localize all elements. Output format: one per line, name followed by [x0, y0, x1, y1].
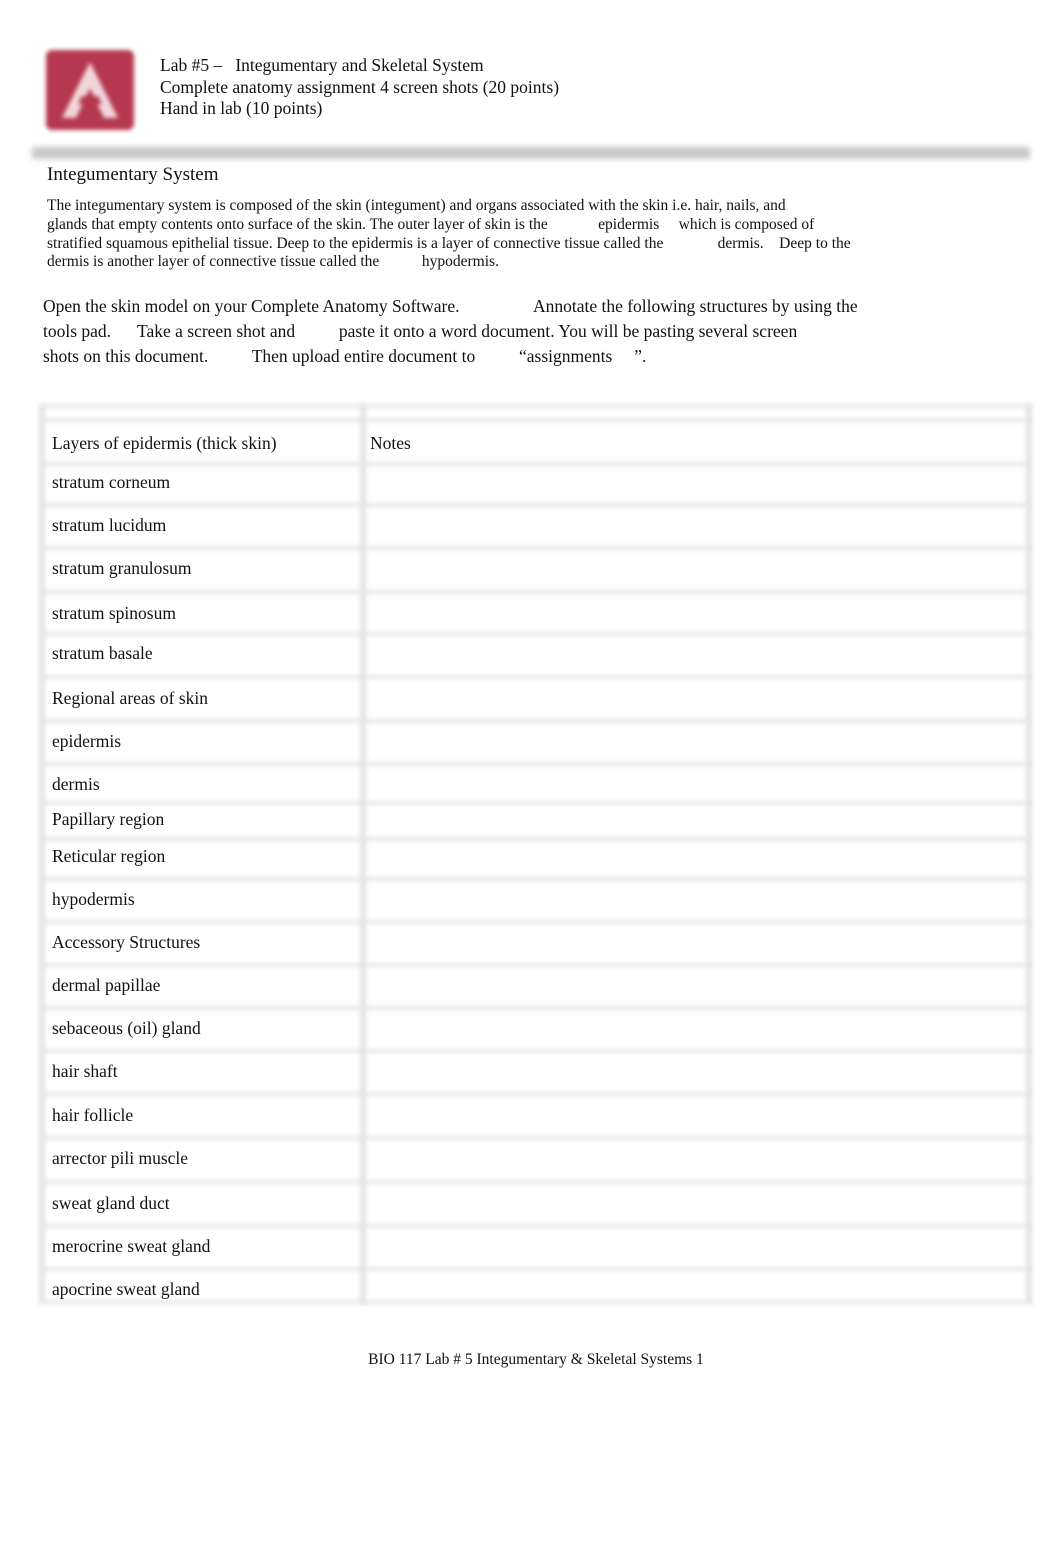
notes-cell[interactable]: [370, 512, 1010, 542]
notes-cell[interactable]: [370, 1015, 1010, 1045]
instruction-line: shots on this document. Then upload enti…: [43, 346, 647, 366]
notes-cell[interactable]: [370, 600, 1010, 630]
notes-cell[interactable]: [370, 972, 1010, 1002]
logo: [46, 50, 134, 130]
notes-cell[interactable]: [370, 1233, 1010, 1263]
notes-cell[interactable]: [370, 806, 1010, 836]
logo-a-icon: [62, 62, 118, 118]
notes-cell[interactable]: [370, 1058, 1010, 1088]
row-divider: [42, 1223, 1032, 1228]
notes-cell[interactable]: [370, 685, 1010, 715]
row-divider: [42, 1048, 1032, 1053]
row-divider: [42, 418, 1032, 422]
notes-cell[interactable]: [370, 771, 1010, 801]
structures-table: Layers of epidermis (thick skin) Notes str…: [39, 404, 1032, 1306]
row-divider: [42, 836, 1032, 841]
hand-in-line: Hand in lab (10 points): [160, 98, 323, 118]
table-row-label: Papillary region: [52, 809, 165, 829]
notes-cell[interactable]: [370, 843, 1010, 873]
notes-cell[interactable]: [370, 1102, 1010, 1132]
table-row-label: sebaceous (oil) gland: [52, 1018, 201, 1038]
notes-cell[interactable]: [370, 1145, 1010, 1175]
row-divider: [42, 461, 1032, 466]
row-divider: [42, 876, 1032, 881]
table-row-label: stratum lucidum: [52, 515, 167, 535]
row-divider: [42, 761, 1032, 766]
notes-cell[interactable]: [370, 640, 1010, 670]
row-divider: [42, 1266, 1032, 1271]
row-divider: [42, 1005, 1032, 1010]
table-row-label: hypodermis: [52, 889, 135, 909]
document-page: Lab #5 – Integumentary and Skeletal Syst…: [0, 0, 1062, 1561]
row-divider: [42, 718, 1032, 723]
page-footer: BIO 117 Lab # 5 Integumentary & Skeletal…: [368, 1351, 704, 1368]
row-divider: [42, 632, 1032, 636]
row-divider: [42, 502, 1032, 507]
notes-cell[interactable]: [370, 469, 1010, 499]
header-divider: [32, 147, 1030, 159]
table-row-label: hair shaft: [52, 1061, 118, 1081]
notes-cell[interactable]: [370, 555, 1010, 585]
row-divider: [42, 545, 1032, 550]
table-row-label: merocrine sweat gland: [52, 1236, 211, 1256]
table-row-label: Reticular region: [52, 846, 166, 866]
assignment-line: Complete anatomy assignment 4 screen sho…: [160, 77, 560, 97]
table-row-label: epidermis: [52, 731, 122, 751]
section-title: Integumentary System: [47, 164, 219, 185]
intro-line: stratified squamous epithelial tissue. D…: [47, 235, 851, 252]
table-row-label: dermal papillae: [52, 975, 161, 995]
notes-cell[interactable]: [370, 1190, 1010, 1220]
intro-line: dermis is another layer of connective ti…: [47, 253, 499, 270]
notes-cell[interactable]: [370, 728, 1010, 758]
table-row-label: Accessory Structures: [52, 932, 201, 952]
table-row-label: stratum basale: [52, 643, 153, 663]
table-row-label: hair follicle: [52, 1105, 134, 1125]
table-row-label: apocrine sweat gland: [52, 1279, 200, 1299]
header-cell-structure: Layers of epidermis (thick skin): [52, 433, 277, 453]
row-divider: [42, 800, 1032, 805]
table-row-label: arrector pili muscle: [52, 1148, 189, 1168]
row-divider: [42, 674, 1032, 679]
row-divider: [42, 1135, 1032, 1140]
table-row-label: stratum spinosum: [52, 603, 176, 623]
notes-cell[interactable]: [370, 1276, 1010, 1306]
row-divider: [42, 962, 1032, 967]
instruction-line: tools pad. Take a screen shot and paste …: [43, 321, 798, 341]
table-row-label: stratum corneum: [52, 472, 171, 492]
lab-title: Lab #5 – Integumentary and Skeletal Syst…: [160, 55, 484, 75]
row-divider: [42, 404, 1032, 408]
table-row-label: stratum granulosum: [52, 558, 192, 578]
table-border: [39, 404, 45, 1304]
notes-cell[interactable]: [370, 886, 1010, 916]
row-divider: [42, 919, 1032, 924]
column-divider: [360, 404, 366, 1304]
row-divider: [42, 1179, 1032, 1184]
row-divider: [42, 1092, 1032, 1096]
notes-cell[interactable]: [370, 929, 1010, 959]
row-divider: [42, 589, 1032, 594]
instruction-line: Open the skin model on your Complete Ana…: [43, 296, 858, 316]
table-border: [1026, 404, 1032, 1304]
intro-line: glands that empty contents onto surface …: [47, 216, 815, 233]
table-row-label: dermis: [52, 774, 100, 794]
header-cell-notes: Notes: [370, 433, 411, 453]
table-row-label: Regional areas of skin: [52, 688, 208, 708]
table-row-label: sweat gland duct: [52, 1193, 170, 1213]
intro-line: The integumentary system is composed of …: [47, 197, 786, 214]
